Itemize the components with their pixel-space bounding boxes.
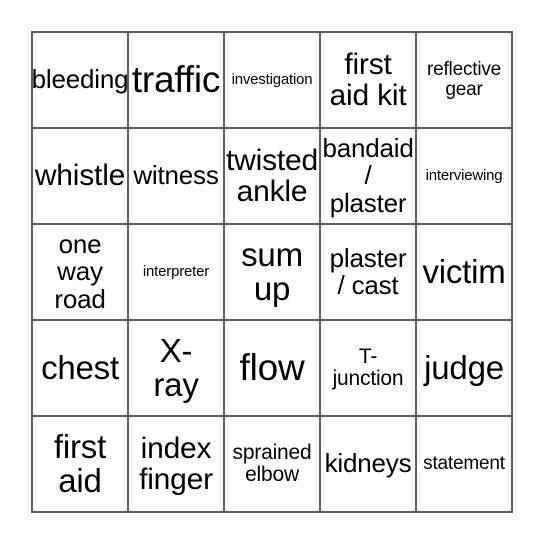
bingo-cell[interactable]: reflective gear <box>417 33 513 129</box>
bingo-cell[interactable]: whistle <box>33 129 129 225</box>
bingo-cell-label: chest <box>41 348 119 386</box>
bingo-cell[interactable]: interviewing <box>417 129 513 225</box>
bingo-cell[interactable]: witness <box>129 129 225 225</box>
bingo-cell-label: flow <box>239 346 305 388</box>
bingo-cell[interactable]: first aid <box>33 417 129 513</box>
bingo-cell[interactable]: sum up <box>225 225 321 321</box>
bingo-cell[interactable]: bandaid / plaster <box>321 129 417 225</box>
bingo-cell-label: X- ray <box>153 331 199 403</box>
bingo-cell-label: plaster / cast <box>329 242 407 300</box>
bingo-cell[interactable]: traffic <box>129 33 225 129</box>
bingo-cell[interactable]: chest <box>33 321 129 417</box>
bingo-cell[interactable]: bleeding <box>33 33 129 129</box>
bingo-cell[interactable]: kidneys <box>321 417 417 513</box>
bingo-cell-label: traffic <box>131 58 221 100</box>
bingo-cell-label: sum up <box>241 235 303 307</box>
bingo-cell[interactable]: flow <box>225 321 321 417</box>
bingo-cell-label: sprained elbow <box>232 441 312 486</box>
bingo-cell-label: first aid <box>53 427 107 499</box>
bingo-cell-label: kidneys <box>324 448 412 479</box>
bingo-cell-label: bleeding <box>33 64 129 95</box>
bingo-cell-label: one way road <box>54 229 106 314</box>
bingo-cell[interactable]: investigation <box>225 33 321 129</box>
bingo-cell-label: witness <box>133 160 219 191</box>
bingo-cell[interactable]: sprained elbow <box>225 417 321 513</box>
bingo-cell[interactable]: X- ray <box>129 321 225 417</box>
bingo-cell-label: statement <box>423 453 505 475</box>
bingo-cell-label: victim <box>422 252 506 290</box>
bingo-cell-label: investigation <box>231 71 313 89</box>
bingo-cell[interactable]: twisted ankle <box>225 129 321 225</box>
bingo-cell-label: T- junction <box>332 345 404 390</box>
bingo-cell[interactable]: plaster / cast <box>321 225 417 321</box>
bingo-cell[interactable]: statement <box>417 417 513 513</box>
bingo-cell-label: reflective gear <box>426 59 502 100</box>
bingo-cell-label: judge <box>424 348 504 386</box>
bingo-cell[interactable]: index finger <box>129 417 225 513</box>
bingo-cell[interactable]: victim <box>417 225 513 321</box>
bingo-card-grid: bleeding traffic investigation first aid ki… <box>31 31 513 513</box>
bingo-cell[interactable]: judge <box>417 321 513 417</box>
bingo-cell-label: first aid kit <box>329 47 407 112</box>
bingo-cell-label: interpreter <box>142 263 210 281</box>
bingo-cell[interactable]: T- junction <box>321 321 417 417</box>
bingo-cell-label: index finger <box>139 431 213 496</box>
bingo-cell-label: bandaid / plaster <box>322 133 414 218</box>
bingo-cell[interactable]: one way road <box>33 225 129 321</box>
bingo-cell[interactable]: first aid kit <box>321 33 417 129</box>
bingo-cell[interactable]: interpreter <box>129 225 225 321</box>
bingo-cell-label: whistle <box>34 159 126 193</box>
bingo-cell-label: interviewing <box>425 167 503 185</box>
bingo-cell-label: twisted ankle <box>226 143 318 208</box>
